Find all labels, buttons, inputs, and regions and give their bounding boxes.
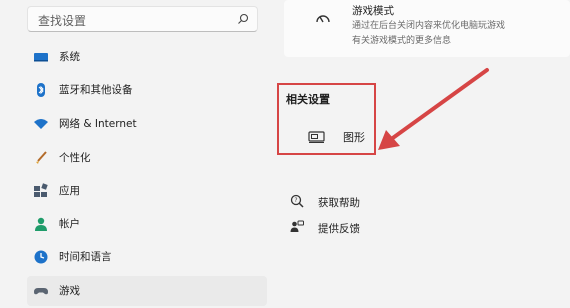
sidebar-item-time-language[interactable]: 时间和语言: [27, 242, 267, 272]
search-icon[interactable]: [237, 13, 249, 25]
bluetooth-icon: [37, 83, 45, 97]
sidebar-item-network[interactable]: 网络 & Internet: [27, 109, 267, 139]
sidebar-item-label: 个性化: [59, 152, 91, 164]
sidebar-item-system[interactable]: 系统: [27, 42, 267, 72]
sidebar-item-label: 应用: [59, 185, 80, 197]
content-pane: 游戏模式 通过在后台关闭内容来优化电脑玩游戏 有关游戏模式的更多信息 相关设置 …: [272, 0, 570, 308]
gaming-icon: [34, 288, 48, 295]
sidebar-item-apps[interactable]: 应用: [27, 176, 267, 206]
sidebar-item-personalization[interactable]: 个性化: [27, 143, 267, 173]
sidebar-item-label: 网络 & Internet: [59, 118, 137, 130]
personalization-icon: [36, 151, 47, 164]
game-mode-title: 游戏模式: [352, 5, 394, 17]
sidebar-item-label: 帐户: [59, 218, 80, 230]
game-mode-icon: [316, 15, 330, 23]
network-icon: [34, 119, 48, 129]
feedback-icon: [290, 220, 304, 232]
game-mode-card[interactable]: 游戏模式 通过在后台关闭内容来优化电脑玩游戏 有关游戏模式的更多信息: [284, 0, 570, 57]
feedback-link[interactable]: 提供反馈: [318, 221, 360, 236]
search-input[interactable]: 查找设置: [38, 12, 86, 29]
system-icon: [34, 53, 48, 62]
sidebar: 查找设置 系统 蓝牙和其他设备 网络 & Internet 个性化 应用 帐户 …: [0, 0, 272, 308]
graphics-card-icon[interactable]: [308, 130, 326, 144]
sidebar-item-bluetooth[interactable]: 蓝牙和其他设备: [27, 75, 267, 105]
related-settings-title: 相关设置: [286, 93, 330, 106]
game-mode-more-info-link[interactable]: 有关游戏模式的更多信息: [352, 33, 451, 46]
account-icon: [35, 217, 47, 231]
get-help-link[interactable]: 获取帮助: [318, 195, 360, 210]
settings-window: 查找设置 系统 蓝牙和其他设备 网络 & Internet 个性化 应用 帐户 …: [0, 0, 570, 308]
related-settings-highlight: 相关设置 图形: [277, 83, 376, 155]
game-mode-description: 通过在后台关闭内容来优化电脑玩游戏: [352, 21, 506, 31]
apps-icon: [34, 183, 48, 197]
svg-text:?: ?: [294, 197, 297, 204]
time-language-icon: [34, 250, 48, 264]
graphics-settings-link[interactable]: 图形: [343, 129, 365, 145]
sidebar-item-gaming[interactable]: 游戏: [27, 276, 267, 306]
sidebar-item-label: 蓝牙和其他设备: [59, 84, 133, 96]
get-help-icon: ?: [290, 194, 304, 208]
sidebar-item-label: 系统: [59, 51, 80, 63]
sidebar-item-label: 游戏: [59, 285, 80, 297]
sidebar-item-account[interactable]: 帐户: [27, 209, 267, 239]
search-box[interactable]: 查找设置: [27, 6, 258, 32]
sidebar-item-label: 时间和语言: [59, 251, 112, 263]
